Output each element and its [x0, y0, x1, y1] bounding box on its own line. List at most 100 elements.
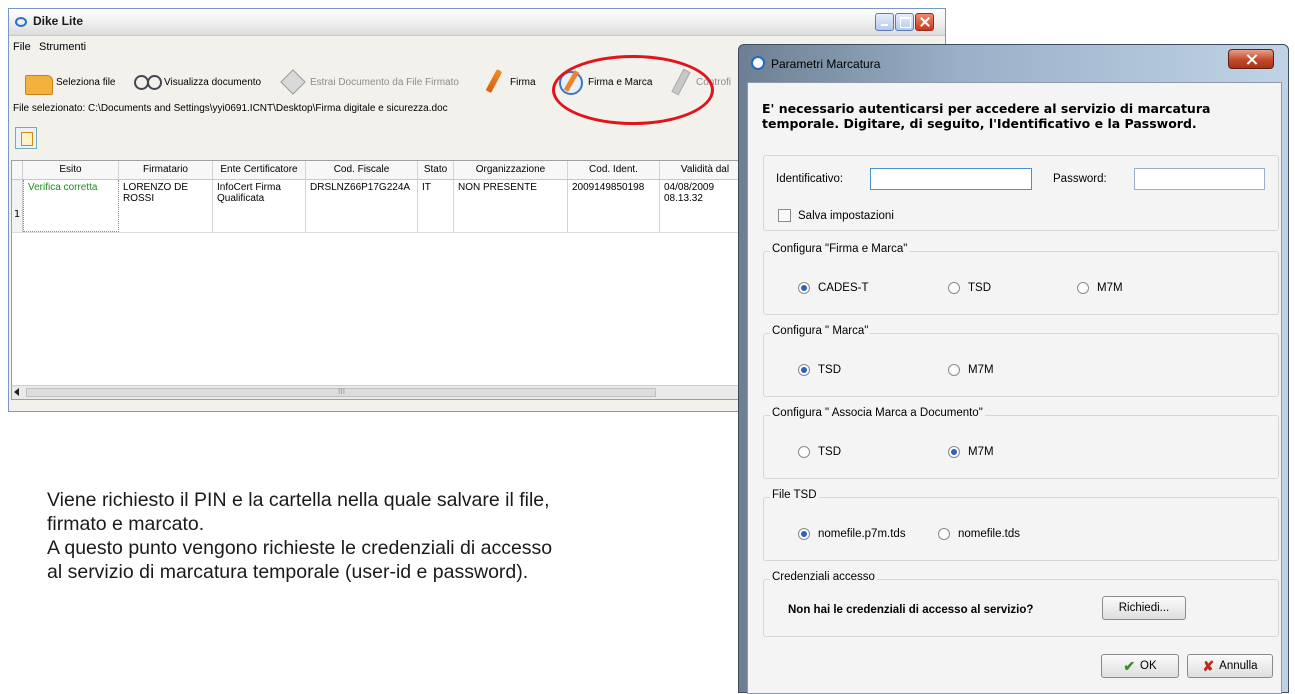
- view-document-button[interactable]: Visualizza documento: [133, 67, 261, 97]
- identificativo-input[interactable]: [870, 168, 1032, 190]
- radio-label: CADES-T: [818, 282, 869, 294]
- group-title: File TSD: [770, 489, 819, 501]
- title-bar[interactable]: Dike Lite: [9, 9, 945, 36]
- radio-dot[interactable]: [798, 282, 810, 294]
- checkbox-box[interactable]: [778, 209, 791, 222]
- scroll-left-arrow-icon[interactable]: [14, 388, 19, 396]
- extract-icon: [279, 69, 307, 95]
- radio-p7m-tds[interactable]: nomefile.p7m.tds: [798, 528, 906, 540]
- radio-dot[interactable]: [798, 528, 810, 540]
- column-header[interactable]: Ente Certificatore: [213, 161, 306, 179]
- clock-icon: [751, 56, 765, 70]
- caption-line: A questo punto vengono richieste le cred…: [47, 537, 553, 559]
- select-file-label: Seleziona file: [56, 76, 116, 88]
- save-settings-checkbox[interactable]: Salva impostazioni: [778, 209, 894, 222]
- credentials-question: Non hai le credenziali di accesso al ser…: [788, 604, 1034, 616]
- group-title: Configura "Firma e Marca": [770, 243, 910, 255]
- radio-label: M7M: [968, 364, 994, 376]
- cell-ente: InfoCert Firma Qualificata: [217, 182, 281, 204]
- close-button[interactable]: [915, 13, 934, 31]
- radio-dot[interactable]: [948, 282, 960, 294]
- cell-stato: IT: [422, 182, 431, 193]
- column-header[interactable]: Cod. Fiscale: [306, 161, 418, 179]
- select-file-button[interactable]: Seleziona file: [25, 67, 115, 97]
- window-title: Dike Lite: [33, 14, 84, 28]
- view-document-label: Visualizza documento: [164, 76, 262, 88]
- extract-document-button[interactable]: Estrai Documento da File Firmato: [279, 67, 459, 97]
- dialog-close-button[interactable]: [1228, 49, 1274, 69]
- radio-cades-t[interactable]: CADES-T: [798, 282, 868, 294]
- column-header[interactable]: Organizzazione: [454, 161, 568, 179]
- radio-label: TSD: [818, 446, 841, 458]
- cell-cod-ident: 2009149850198: [572, 182, 645, 193]
- menu-strumenti[interactable]: Strumenti: [39, 41, 86, 53]
- save-settings-label: Salva impostazioni: [798, 209, 894, 222]
- scroll-grip: III: [338, 387, 346, 396]
- group-associa-marca: Configura " Associa Marca a Documento" T…: [763, 407, 1279, 479]
- pen-icon: [479, 69, 507, 95]
- selected-file-path: File selezionato: C:\Documents and Setti…: [13, 103, 448, 114]
- minimize-button[interactable]: [875, 13, 894, 31]
- radio-tds[interactable]: nomefile.tds: [938, 528, 1020, 540]
- cell-esito: Verifica corretta: [28, 182, 98, 193]
- maximize-button[interactable]: [895, 13, 914, 31]
- dialog-title-bar[interactable]: Parametri Marcatura: [739, 45, 1288, 79]
- caption-text: Viene richiesto il PIN e la cartella nel…: [47, 488, 727, 584]
- radio-dot[interactable]: [948, 364, 960, 376]
- column-header[interactable]: Cod. Ident.: [568, 161, 660, 179]
- caption-line: al servizio di marcatura temporale (user…: [47, 561, 529, 583]
- ok-label: OK: [1140, 660, 1157, 672]
- column-header[interactable]: Stato: [418, 161, 454, 179]
- folder-icon: [25, 75, 53, 95]
- request-credentials-button[interactable]: Richiedi...: [1102, 596, 1186, 620]
- radio-label: TSD: [818, 364, 841, 376]
- sign-label: Firma: [510, 76, 536, 88]
- radio-dot[interactable]: [948, 446, 960, 458]
- menu-file[interactable]: File: [13, 41, 31, 53]
- radio-label: nomefile.p7m.tds: [818, 528, 906, 540]
- radio-dot[interactable]: [938, 528, 950, 540]
- dialog-intro: E' necessario autenticarsi per accedere …: [762, 101, 1211, 131]
- radio-m7m[interactable]: M7M: [948, 446, 994, 458]
- glasses-icon: [133, 69, 162, 95]
- group-firma-marca: Configura "Firma e Marca" CADES-T TSD M7…: [763, 243, 1279, 315]
- parametri-marcatura-dialog: Parametri Marcatura E' necessario autent…: [738, 44, 1289, 694]
- column-header[interactable]: Esito: [23, 161, 119, 179]
- radio-tsd[interactable]: TSD: [798, 364, 841, 376]
- dialog-title: Parametri Marcatura: [771, 57, 881, 71]
- column-header[interactable]: Validità dal: [660, 161, 750, 179]
- radio-label: TSD: [968, 282, 991, 294]
- cancel-label: Annulla: [1219, 660, 1258, 672]
- identificativo-label: Identificativo:: [776, 173, 844, 185]
- radio-dot[interactable]: [798, 364, 810, 376]
- dialog-body: E' necessario autenticarsi per accedere …: [747, 82, 1282, 694]
- group-title: Configura " Marca": [770, 325, 871, 337]
- cell-organizzazione: NON PRESENTE: [458, 182, 537, 193]
- tree-view-icon[interactable]: [15, 127, 37, 149]
- password-label: Password:: [1053, 173, 1107, 185]
- password-input[interactable]: [1134, 168, 1265, 190]
- cell-cod-fiscale: DRSLNZ66P17G224A: [310, 182, 411, 193]
- radio-tsd[interactable]: TSD: [798, 446, 841, 458]
- radio-dot[interactable]: [798, 446, 810, 458]
- radio-m7m[interactable]: M7M: [1077, 282, 1123, 294]
- radio-dot[interactable]: [1077, 282, 1089, 294]
- cancel-button[interactable]: ✘ Annulla: [1187, 654, 1273, 678]
- caption-line: firmato e marcato.: [47, 513, 205, 535]
- radio-m7m[interactable]: M7M: [948, 364, 994, 376]
- group-title: Configura " Associa Marca a Documento": [770, 407, 985, 419]
- ok-button[interactable]: ✔ OK: [1101, 654, 1179, 678]
- row-index-header: [12, 161, 23, 179]
- radio-label: M7M: [1097, 282, 1123, 294]
- group-title: Credenziali accesso: [770, 571, 877, 583]
- check-icon: ✔: [1123, 657, 1136, 674]
- caption-line: Viene richiesto il PIN e la cartella nel…: [47, 489, 550, 511]
- column-header[interactable]: Firmatario: [119, 161, 213, 179]
- x-icon: ✘: [1202, 657, 1215, 674]
- highlight-ellipse: [552, 55, 714, 125]
- sign-button[interactable]: Firma: [479, 67, 536, 97]
- radio-tsd[interactable]: TSD: [948, 282, 991, 294]
- radio-label: nomefile.tds: [958, 528, 1021, 540]
- group-credenziali-accesso: Credenziali accesso Non hai le credenzia…: [763, 571, 1279, 637]
- group-file-tsd: File TSD nomefile.p7m.tds nomefile.tds: [763, 489, 1279, 561]
